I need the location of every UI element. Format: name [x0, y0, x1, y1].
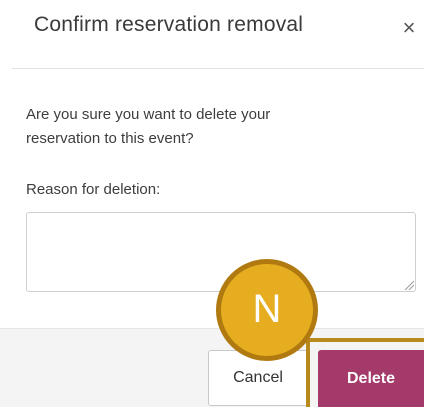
- reason-textarea[interactable]: [26, 212, 416, 292]
- dialog-header: Confirm reservation removal ×: [0, 0, 424, 68]
- confirmation-message: Are you sure you want to delete your res…: [26, 106, 271, 147]
- close-icon[interactable]: ×: [398, 14, 420, 42]
- delete-button[interactable]: Delete: [318, 350, 424, 407]
- step-badge: N: [216, 259, 318, 361]
- confirm-dialog: Confirm reservation removal × Are you su…: [0, 0, 424, 407]
- dialog-title: Confirm reservation removal: [34, 13, 304, 36]
- reason-label: Reason for deletion:: [26, 181, 161, 198]
- resize-grip-icon[interactable]: [404, 280, 414, 290]
- header-divider: [12, 68, 424, 69]
